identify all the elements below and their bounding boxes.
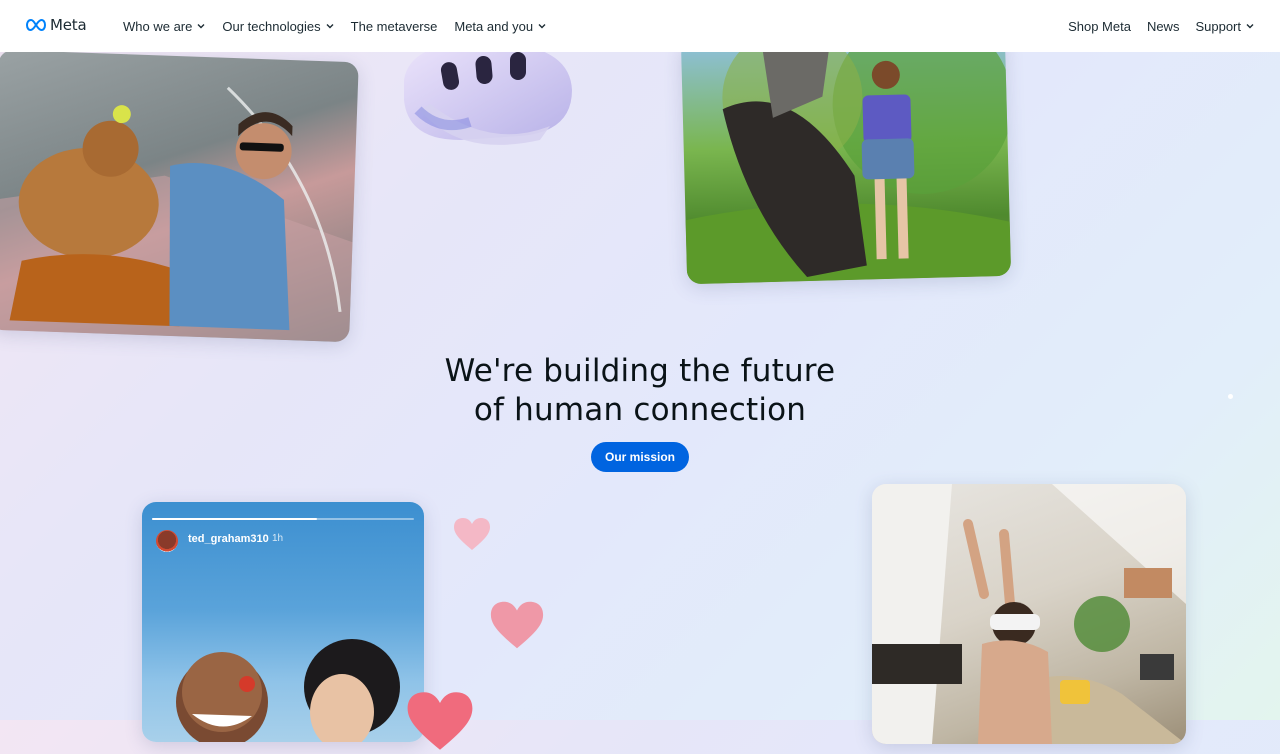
photo-card-jumping-kid — [680, 31, 1012, 285]
secondary-nav: Shop Meta News Support — [1052, 0, 1254, 52]
meta-infinity-logo-icon — [26, 19, 46, 31]
heart-icon — [490, 601, 544, 649]
primary-nav: Who we are Our technologies The metavers… — [123, 0, 563, 52]
hero-title: We're building the future of human conne… — [0, 352, 1280, 430]
story-card: ted_graham310 1h — [142, 502, 424, 742]
nav-item-label: Our technologies — [222, 18, 321, 34]
heart-icon — [407, 692, 473, 750]
story-timestamp: 1h — [272, 533, 284, 544]
chevron-down-icon — [197, 24, 205, 29]
hero-title-line-1: We're building the future — [444, 353, 836, 389]
story-username: ted_graham310 — [188, 533, 269, 545]
story-progress-fill — [152, 518, 318, 520]
nav-item-shop-meta[interactable]: Shop Meta — [1068, 19, 1131, 34]
avatar — [156, 530, 178, 552]
chevron-down-icon — [538, 24, 546, 29]
nav-item-label: News — [1146, 18, 1180, 34]
nav-item-support[interactable]: Support — [1195, 19, 1254, 34]
nav-item-meta-and-you[interactable]: Meta and you — [454, 19, 546, 34]
nav-item-label: Meta and you — [454, 18, 534, 34]
nav-item-label: The metaverse — [350, 18, 438, 34]
story-progress-bar — [152, 518, 414, 520]
nav-item-the-metaverse[interactable]: The metaverse — [351, 19, 438, 34]
chevron-down-icon — [326, 24, 334, 29]
nav-item-our-technologies[interactable]: Our technologies — [222, 18, 334, 34]
nav-item-label: Support — [1195, 18, 1241, 34]
our-mission-button[interactable]: Our mission — [590, 442, 689, 472]
hero-section: We're building the future of human conne… — [0, 352, 1280, 472]
photo-card-man-with-dog — [0, 49, 359, 343]
nav-item-label: Shop Meta — [1068, 18, 1131, 34]
heart-icon — [454, 518, 490, 550]
hero-title-line-2: of human connection — [473, 392, 807, 428]
nav-item-news[interactable]: News — [1147, 19, 1180, 34]
chevron-down-icon — [1246, 24, 1254, 29]
nav-item-who-we-are[interactable]: Who we are — [123, 19, 205, 34]
top-navigation-bar: Meta Who we are Our technologies The met… — [0, 0, 1280, 52]
photo-card-vr-living-room — [872, 484, 1186, 744]
nav-item-label: Who we are — [123, 18, 193, 34]
vr-headset-image — [404, 41, 572, 145]
man-with-dog-illustration — [0, 86, 353, 343]
brand-name: Meta — [50, 16, 87, 34]
woman-in-vr-illustration — [872, 484, 1186, 744]
jumping-kid-illustration — [685, 31, 1012, 285]
meta-logo-link[interactable]: Meta — [26, 15, 87, 35]
